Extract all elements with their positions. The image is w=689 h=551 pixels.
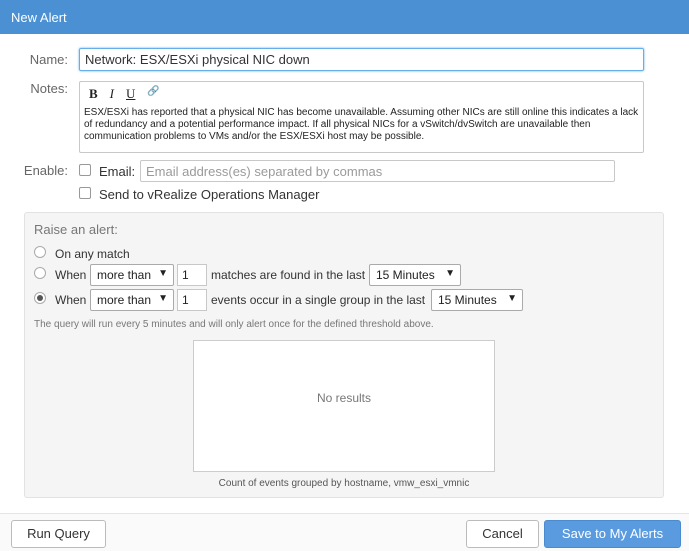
dialog-title: New Alert [0, 0, 689, 34]
count-input-2[interactable]: 1 [177, 289, 207, 311]
bold-button[interactable]: B [89, 86, 98, 102]
matches-text: matches are found in the last [211, 268, 366, 282]
operator-value-2: more than [97, 293, 152, 307]
count-input-1[interactable]: 1 [177, 264, 207, 286]
raise-alert-heading: Raise an alert: [34, 222, 118, 237]
results-box: No results [193, 340, 495, 472]
radio-matches-found[interactable] [34, 267, 46, 279]
operator-select-1[interactable]: more than ▼ [90, 264, 174, 286]
operator-value-1: more than [97, 268, 152, 282]
notes-label: Notes: [30, 81, 68, 96]
period-select-1[interactable]: 15 Minutes ▼ [369, 264, 461, 286]
enable-label: Enable: [23, 163, 68, 178]
cancel-button[interactable]: Cancel [466, 520, 539, 548]
email-label: Email: [99, 164, 136, 179]
notes-text[interactable]: ESX/ESXi has reported that a physical NI… [84, 107, 642, 143]
chevron-down-icon: ▼ [445, 268, 455, 279]
new-alert-dialog: New Alert Name: Notes: B I U 🔗 ESX/ESXi … [0, 0, 689, 551]
results-caption: Count of events grouped by hostname, vmw… [218, 478, 470, 489]
vrops-label: Send to vRealize Operations Manager [99, 187, 320, 202]
link-icon[interactable]: 🔗 [147, 86, 159, 102]
notes-editor[interactable]: B I U 🔗 ESX/ESXi has reported that a phy… [79, 81, 644, 153]
name-input[interactable] [79, 48, 644, 71]
operator-select-2[interactable]: more than ▼ [90, 289, 174, 311]
radio-any-match[interactable] [34, 246, 46, 258]
email-input[interactable] [140, 160, 615, 182]
period-select-2[interactable]: 15 Minutes ▼ [431, 289, 523, 311]
chevron-down-icon: ▼ [507, 293, 517, 304]
period-value-2: 15 Minutes [438, 293, 497, 307]
chevron-down-icon: ▼ [158, 293, 168, 304]
when-label-2: When [55, 293, 87, 307]
vrops-checkbox[interactable] [79, 187, 91, 199]
chevron-down-icon: ▼ [158, 268, 168, 279]
underline-button[interactable]: U [126, 86, 135, 102]
radio-events-group[interactable] [34, 292, 46, 304]
run-query-button[interactable]: Run Query [11, 520, 106, 548]
no-results-text: No results [316, 391, 372, 405]
email-checkbox[interactable] [79, 164, 91, 176]
query-note: The query will run every 5 minutes and w… [34, 319, 434, 330]
events-text: events occur in a single group in the la… [211, 293, 426, 307]
italic-button[interactable]: I [110, 86, 114, 102]
any-match-label: On any match [55, 247, 130, 261]
period-value-1: 15 Minutes [376, 268, 435, 282]
when-label-1: When [55, 268, 87, 282]
save-alert-button[interactable]: Save to My Alerts [544, 520, 681, 548]
notes-toolbar: B I U 🔗 [89, 86, 160, 102]
name-label: Name: [29, 52, 68, 67]
